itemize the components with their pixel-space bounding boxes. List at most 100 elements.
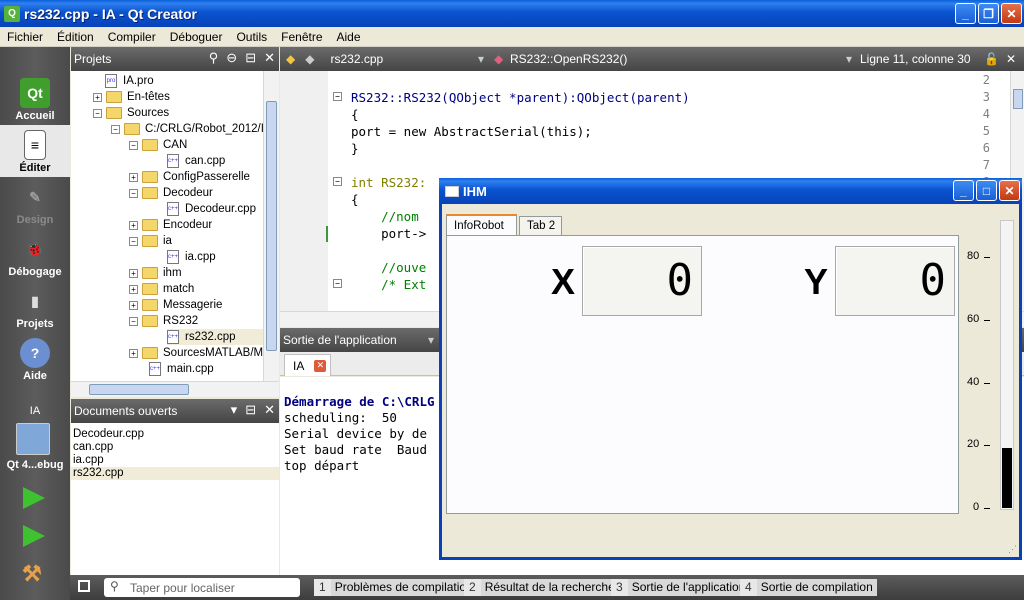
tree-item[interactable]: − C:/CRLG/Robot_2012/I <box>111 121 263 137</box>
menu-fichier[interactable]: Fichier <box>0 30 50 44</box>
expand-icon[interactable]: + <box>129 220 138 230</box>
scroll-thumb[interactable] <box>1013 89 1023 109</box>
tree-item[interactable]: + match <box>129 281 194 297</box>
collapse-icon[interactable]: − <box>129 316 138 326</box>
tree-item[interactable]: − CAN <box>129 137 187 153</box>
close-pane-icon[interactable]: ✕ <box>264 50 275 66</box>
combo-arrow-icon[interactable]: ▾ <box>846 52 852 66</box>
tree-item[interactable]: c++ main.cpp <box>149 361 214 377</box>
expand-icon[interactable]: + <box>129 348 138 358</box>
project-tree-hscrollbar[interactable] <box>71 381 279 397</box>
dropdown-icon[interactable]: ▾ <box>428 333 434 347</box>
minimize-button[interactable]: _ <box>955 3 976 24</box>
toggle-sidebar-icon[interactable] <box>78 580 90 592</box>
mode-editer[interactable]: ≡ Éditer <box>0 125 70 177</box>
expand-icon[interactable]: + <box>129 284 138 294</box>
tree-item[interactable]: pro IA.pro <box>105 73 154 89</box>
tree-item-selected[interactable]: c++ rs232.cpp <box>167 329 263 345</box>
open-doc-item[interactable]: Decodeur.cpp <box>71 428 279 441</box>
tree-item[interactable]: c++ Decodeur.cpp <box>167 201 256 217</box>
expand-icon[interactable]: + <box>129 300 138 310</box>
expand-icon[interactable]: + <box>129 268 138 278</box>
tree-item[interactable]: c++ ia.cpp <box>167 249 216 265</box>
dropdown-icon[interactable]: ▾ <box>231 402 238 418</box>
ihm-minimize-button[interactable]: _ <box>953 180 974 201</box>
combo-arrow-icon[interactable]: ▾ <box>478 52 484 66</box>
tree-item[interactable]: + SourcesMATLAB/Mo <box>129 345 263 361</box>
fold-icon[interactable]: − <box>333 177 342 186</box>
tree-item[interactable]: c++ can.cpp <box>167 153 225 169</box>
status-button-search-results[interactable]: 2 Résultat de la recherche <box>464 579 619 596</box>
build-hammer-icon[interactable]: ⚒ <box>22 561 42 587</box>
ihm-title-bar[interactable]: IHM _ □ ✕ <box>439 178 1022 204</box>
ihm-close-button[interactable]: ✕ <box>999 180 1020 201</box>
locator-input[interactable]: ⚲ Taper pour localiser <box>104 578 300 597</box>
collapse-icon[interactable]: − <box>129 236 138 246</box>
fold-icon[interactable]: − <box>333 279 342 288</box>
target-kit-label[interactable]: Qt 4...ebug <box>0 459 70 471</box>
status-button-compile-output[interactable]: 4 Sortie de compilation <box>740 579 877 596</box>
menu-outils[interactable]: Outils <box>229 30 274 44</box>
close-editor-icon[interactable]: ✕ <box>1006 52 1016 66</box>
status-button-compile-issues[interactable]: 1 Problèmes de compilation <box>314 579 477 596</box>
filter-icon[interactable]: ⚲ <box>209 50 219 66</box>
open-doc-item[interactable]: can.cpp <box>71 441 279 454</box>
project-tree-vscrollbar[interactable] <box>263 71 279 381</box>
menu-compiler[interactable]: Compiler <box>101 30 163 44</box>
projects-pane-title[interactable]: Projets <box>74 52 111 66</box>
collapse-icon[interactable]: − <box>111 124 120 134</box>
collapse-icon[interactable]: − <box>93 108 102 118</box>
scroll-thumb[interactable] <box>89 384 189 395</box>
run-icon[interactable] <box>23 487 45 509</box>
close-pane-icon[interactable]: ✕ <box>264 402 275 418</box>
mode-accueil[interactable]: Qt Accueil <box>0 73 70 125</box>
collapse-icon[interactable]: − <box>129 140 138 150</box>
open-docs-title[interactable]: Documents ouverts <box>74 404 177 418</box>
symbol-combo[interactable]: RS232::OpenRS232() <box>510 52 627 66</box>
ihm-maximize-button[interactable]: □ <box>976 180 997 201</box>
menu-aide[interactable]: Aide <box>330 30 368 44</box>
open-doc-item-selected[interactable]: rs232.cpp <box>71 467 279 480</box>
close-button[interactable]: ✕ <box>1001 3 1022 24</box>
lock-icon[interactable]: 🔓 <box>984 52 999 66</box>
mode-aide[interactable]: ? Aide <box>0 333 70 385</box>
mode-design[interactable]: ✎ Design <box>0 177 70 229</box>
resize-grip-icon[interactable]: ⋰ <box>1008 544 1017 555</box>
back-arrow-icon[interactable]: ◆ <box>286 52 295 66</box>
mode-debogage[interactable]: 🐞 Débogage <box>0 229 70 281</box>
tree-item[interactable]: + ihm <box>129 265 182 281</box>
split-icon[interactable]: ⊟ <box>245 402 256 418</box>
tree-item[interactable]: − Sources <box>93 105 169 121</box>
tree-item[interactable]: + Encodeur <box>129 217 212 233</box>
mode-projets[interactable]: ▮ Projets <box>0 281 70 333</box>
expand-icon[interactable]: + <box>129 172 138 182</box>
scroll-thumb[interactable] <box>266 101 277 351</box>
fold-icon[interactable]: − <box>333 92 342 101</box>
current-file-combo[interactable]: rs232.cpp <box>330 52 383 66</box>
close-tab-icon[interactable]: ✕ <box>314 359 327 372</box>
folder-icon <box>142 315 158 327</box>
menu-deboguer[interactable]: Déboguer <box>163 30 230 44</box>
tab-inforobot[interactable]: InfoRobot <box>446 214 517 235</box>
menu-fenetre[interactable]: Fenêtre <box>274 30 329 44</box>
link-icon[interactable]: ⊖ <box>226 50 237 66</box>
output-tab-ia[interactable]: IA ✕ <box>284 354 332 376</box>
debug-run-icon[interactable] <box>23 525 45 547</box>
forward-arrow-icon[interactable]: ◆ <box>305 52 314 66</box>
tab-2[interactable]: Tab 2 <box>519 216 562 235</box>
output-pane-title[interactable]: Sortie de l'application <box>283 333 397 347</box>
tree-item[interactable]: − ia <box>129 233 172 249</box>
status-button-app-output[interactable]: 3 Sortie de l'application <box>611 579 750 596</box>
split-icon[interactable]: ⊟ <box>245 50 256 66</box>
menu-edition[interactable]: Édition <box>50 30 101 44</box>
tree-item[interactable]: + En-têtes <box>93 89 170 105</box>
tree-item[interactable]: − RS232 <box>129 313 198 329</box>
collapse-icon[interactable]: − <box>129 188 138 198</box>
restore-button[interactable]: ❐ <box>978 3 999 24</box>
open-doc-item[interactable]: ia.cpp <box>71 454 279 467</box>
target-computer-icon[interactable] <box>16 423 50 455</box>
tree-item[interactable]: + ConfigPasserelle <box>129 169 250 185</box>
expand-icon[interactable]: + <box>93 92 102 102</box>
tree-item[interactable]: + Messagerie <box>129 297 222 313</box>
tree-item[interactable]: − Decodeur <box>129 185 213 201</box>
